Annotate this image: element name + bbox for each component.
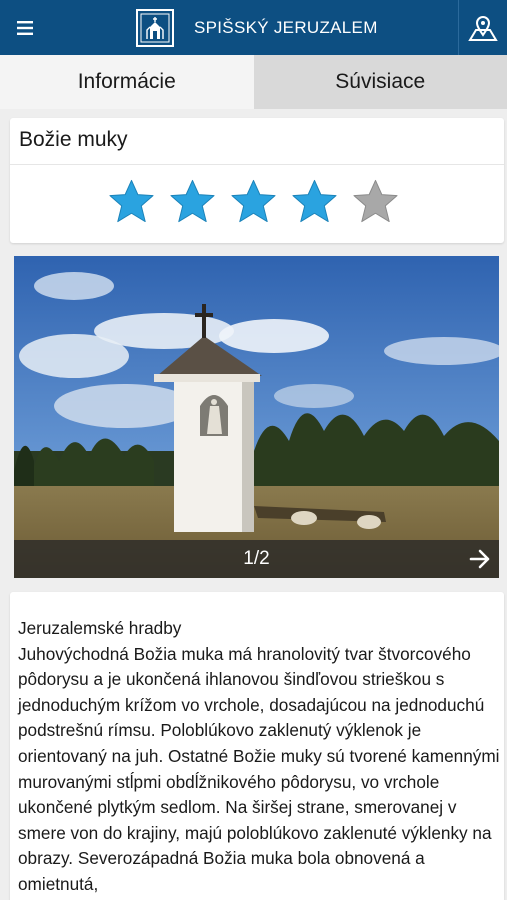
description-body: Juhovýchodná Božia muka má hranolovitý t… [18,643,500,894]
tab-suvisiace[interactable]: Súvisiace [253,55,507,109]
church-logo-icon [140,13,170,43]
star-filled-icon[interactable] [169,178,216,224]
menu-button[interactable] [0,0,50,55]
place-header-card: Božie muky [10,118,504,243]
next-image-button[interactable] [467,546,493,572]
tab-bar: Informácie Súvisiace [0,55,507,109]
tab-informacie[interactable]: Informácie [0,55,254,109]
description-card: Jeruzalemské hradby Juhovýchodná Božia m… [10,592,504,900]
gallery-caption-bar: 1/2 [14,540,499,578]
place-name: Božie muky [19,128,128,151]
description-heading: Jeruzalemské hradby [18,618,182,638]
map-pin-icon [468,15,498,41]
app-title: SPIŠSKÝ JERUZALEM [194,18,378,37]
description-text: Jeruzalemské hradby Juhovýchodná Božia m… [18,616,500,898]
star-filled-icon[interactable] [230,178,277,224]
rating-stars[interactable] [108,178,399,224]
hamburger-menu-icon [17,20,33,35]
divider [10,164,504,165]
app-logo [136,9,174,47]
app-header: SPIŠSKÝ JERUZALEM [0,0,507,55]
star-empty-icon[interactable] [352,178,399,224]
star-filled-icon[interactable] [291,178,338,224]
arrow-right-icon [469,549,490,569]
map-button[interactable] [458,0,507,55]
photo-gallery[interactable]: 1/2 [14,256,499,578]
gallery-counter: 1/2 [243,548,270,569]
star-filled-icon[interactable] [108,178,155,224]
chapel-photo [14,256,499,578]
